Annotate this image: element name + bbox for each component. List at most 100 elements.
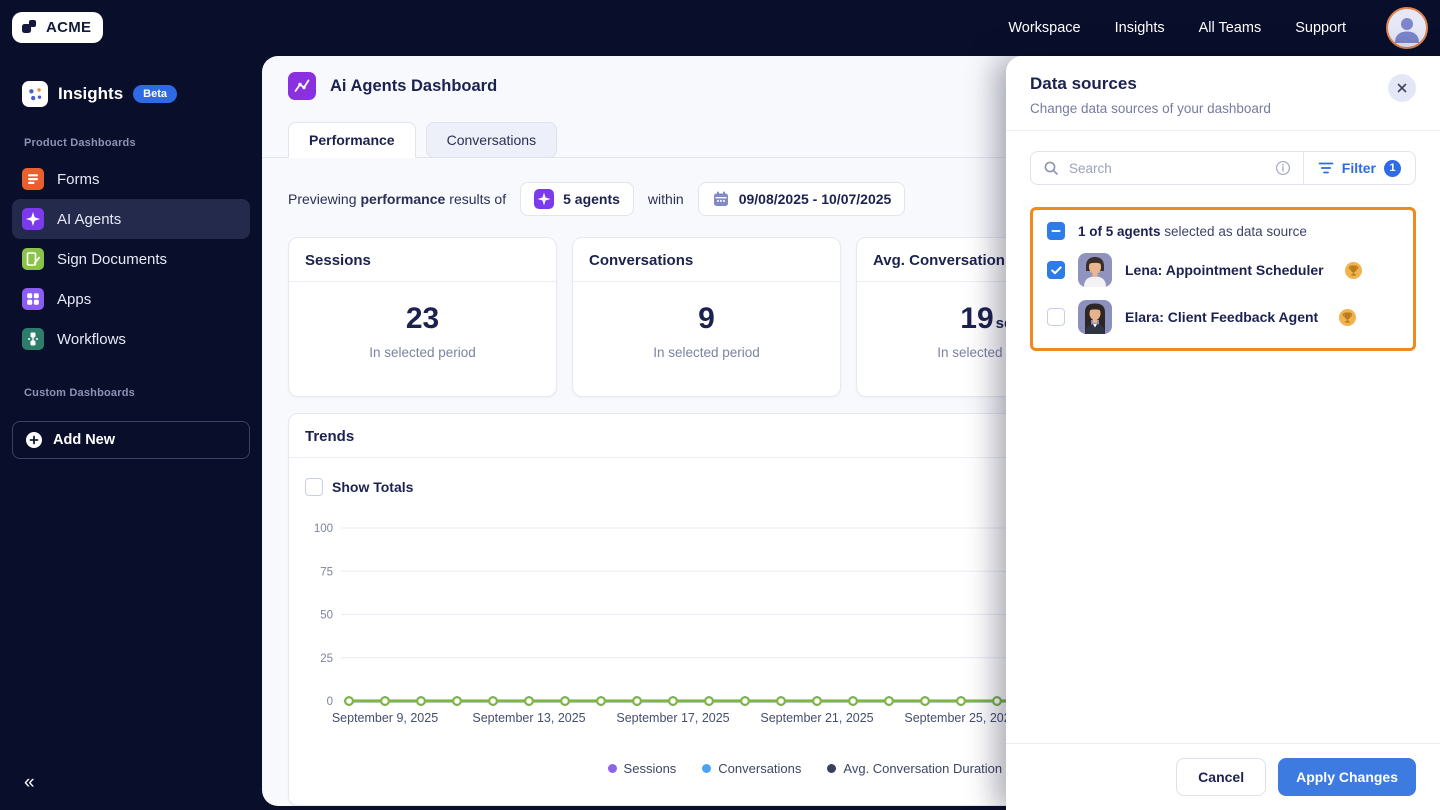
workflows-icon (22, 328, 44, 350)
agent-avatar-elara (1078, 300, 1112, 334)
agent-name: Elara: Client Feedback Agent (1125, 309, 1319, 325)
stat-value: 23 (405, 302, 440, 335)
legend-item-conversations[interactable]: Conversations (702, 761, 801, 776)
sidebar-item-label: Apps (57, 290, 92, 308)
svg-text:September 21, 2025: September 21, 2025 (760, 711, 873, 725)
legend-item-sessions[interactable]: Sessions (607, 761, 676, 776)
within-label: within (647, 191, 684, 207)
plus-icon (26, 432, 42, 448)
agents-selection-highlight: 1 of 5 agents selected as data source Le… (1030, 207, 1416, 351)
data-sources-panel: Data sources Change data sources of your… (1006, 56, 1440, 810)
search-input[interactable] (1069, 160, 1263, 176)
sidebar-item-label: Workflows (57, 330, 126, 348)
agent-row-elara[interactable]: Elara: Client Feedback Agent (1047, 300, 1399, 334)
panel-subtitle: Change data sources of your dashboard (1030, 101, 1271, 116)
info-icon[interactable] (1275, 160, 1291, 176)
tab-conversations[interactable]: Conversations (425, 122, 558, 158)
legend-item-avg-conversation-duration[interactable]: Avg. Conversation Duration (827, 761, 1002, 776)
app-title: Insights (58, 84, 124, 103)
stat-value: 9 (698, 302, 715, 335)
brand-logo[interactable]: ACME (12, 12, 104, 43)
stat-subtitle: In selected period (653, 345, 760, 360)
close-icon (1397, 83, 1407, 93)
panel-footer: Cancel Apply Changes (1006, 743, 1440, 810)
person-icon (1395, 18, 1419, 43)
calendar-icon (713, 191, 728, 206)
agent-row-lena[interactable]: Lena: Appointment Scheduler (1047, 253, 1399, 287)
stat-card-conversations: Conversations 9 In selected period (572, 237, 841, 397)
panel-header: Data sources Change data sources of your… (1006, 56, 1440, 131)
svg-text:100: 100 (314, 523, 333, 535)
filter-label: Filter (1341, 160, 1376, 176)
agent-checkbox[interactable] (1047, 308, 1065, 326)
sidebar-item-apps[interactable]: Apps (12, 279, 250, 319)
app-root: Workspace Insights All Teams Support ACM… (0, 0, 1440, 810)
svg-text:25: 25 (320, 653, 333, 665)
sidebar-item-forms[interactable]: Forms (12, 159, 250, 199)
tab-performance[interactable]: Performance (288, 122, 416, 158)
filter-button[interactable]: Filter 1 (1304, 159, 1415, 177)
sidebar-item-workflows[interactable]: Workflows (12, 319, 250, 359)
selection-summary-text: 1 of 5 agents selected as data source (1078, 223, 1307, 239)
stat-card-sessions: Sessions 23 In selected period (288, 237, 557, 397)
sidebar-item-ai-agents[interactable]: AI Agents (12, 199, 250, 239)
add-new-button[interactable]: Add New (12, 421, 250, 459)
svg-text:September 17, 2025: September 17, 2025 (616, 711, 729, 725)
legend-dot (607, 764, 617, 773)
sign-documents-icon (22, 248, 44, 270)
search-icon (1044, 161, 1058, 175)
svg-text:50: 50 (320, 610, 333, 622)
section-label-product-dashboards: Product Dashboards (24, 137, 136, 149)
stat-subtitle: In selected period (369, 345, 476, 360)
sidebar-item-sign-documents[interactable]: Sign Documents (12, 239, 250, 279)
agent-checkbox[interactable] (1047, 261, 1065, 279)
page-title: Ai Agents Dashboard (330, 76, 498, 95)
panel-body: Filter 1 1 of 5 agents selected as data … (1006, 131, 1440, 743)
stat-title: Conversations (573, 238, 840, 282)
trophy-icon (1339, 308, 1357, 326)
panel-close-button[interactable] (1388, 74, 1416, 102)
sidebar: ACME Insights Beta Product Dashboards Fo… (0, 0, 262, 810)
sidebar-item-label: Forms (57, 170, 100, 188)
top-nav: Workspace Insights All Teams Support (262, 0, 1440, 56)
legend-dot (702, 764, 712, 773)
show-totals-toggle[interactable]: Show Totals (305, 478, 413, 496)
topnav-link-insights[interactable]: Insights (1115, 20, 1165, 36)
ai-agents-icon (22, 208, 44, 230)
agent-avatar-lena (1078, 253, 1112, 287)
cancel-button[interactable]: Cancel (1176, 758, 1267, 796)
app-header: Insights Beta (22, 81, 250, 107)
topnav-link-all-teams[interactable]: All Teams (1199, 20, 1262, 36)
preview-text: Previewing performance results of (288, 191, 507, 207)
select-all-checkbox[interactable] (1047, 222, 1065, 240)
agents-selector-button[interactable]: 5 agents (520, 182, 634, 216)
filter-count-badge: 1 (1384, 159, 1401, 177)
svg-text:September 25, 2025: September 25, 2025 (904, 711, 1017, 725)
stat-title: Sessions (289, 238, 556, 282)
apply-changes-button[interactable]: Apply Changes (1278, 758, 1416, 796)
stat-value: 19 (960, 302, 994, 335)
date-range-button[interactable]: 09/08/2025 - 10/07/2025 (697, 182, 906, 216)
selection-summary-row: 1 of 5 agents selected as data source (1047, 222, 1399, 240)
collapse-icon: « (24, 772, 35, 793)
show-totals-checkbox[interactable] (305, 478, 323, 496)
topnav-link-workspace[interactable]: Workspace (1008, 20, 1080, 36)
user-avatar[interactable] (1386, 7, 1428, 49)
topnav-link-support[interactable]: Support (1295, 20, 1346, 36)
dashboard-icon (288, 72, 316, 100)
svg-text:0: 0 (327, 696, 333, 708)
sidebar-item-label: Sign Documents (57, 250, 168, 268)
section-label-custom-dashboards: Custom Dashboards (24, 387, 135, 399)
sidebar-collapse-button[interactable]: « (12, 772, 35, 794)
add-new-label: Add New (53, 432, 116, 448)
forms-icon (22, 168, 44, 190)
svg-text:September 9, 2025: September 9, 2025 (332, 711, 438, 725)
sparkle-icon (534, 189, 555, 209)
show-totals-label: Show Totals (332, 479, 414, 495)
legend-dot (827, 764, 837, 773)
trophy-icon (1344, 261, 1362, 279)
search-filter-bar: Filter 1 (1030, 151, 1416, 185)
agent-name: Lena: Appointment Scheduler (1125, 262, 1324, 278)
check-icon (1050, 265, 1062, 274)
apps-icon (22, 288, 44, 310)
